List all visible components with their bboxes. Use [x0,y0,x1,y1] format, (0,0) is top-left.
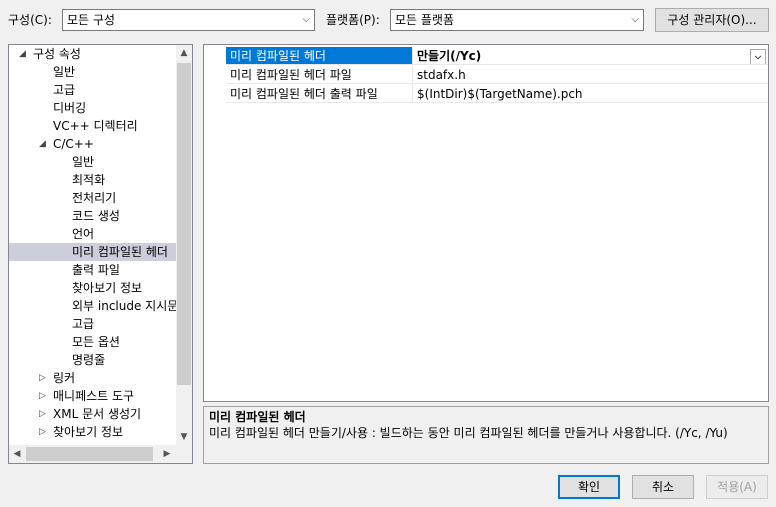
tree-item-label: 명령줄 [72,353,106,367]
tree-item-label: 고급 [53,83,76,97]
cancel-button[interactable]: 취소 [632,475,694,499]
property-row[interactable]: 미리 컴파일된 헤더 출력 파일 $(IntDir)$(TargetName).p… [204,85,768,104]
tree-item[interactable]: 명령줄 [9,351,177,369]
tree-item-label: 미리 컴파일된 헤더 [72,245,168,259]
tree-item[interactable]: ▷ 링커 [9,369,177,387]
property-row[interactable]: 미리 컴파일된 헤더 파일 stdafx.h [204,66,768,85]
tree-item-label: 매니페스트 도구 [53,389,135,403]
tree-item[interactable]: 고급 [9,81,177,99]
scroll-right-icon[interactable]: ▶ [159,445,175,463]
collapsed-arrow-icon[interactable]: ▷ [39,423,46,441]
platform-combobox-value: 모든 플랫폼 [395,13,455,27]
property-value-text: $(IntDir)$(TargetName).pch [417,87,583,101]
scroll-thumb[interactable] [177,63,191,385]
description-title: 미리 컴파일된 헤더 [209,410,306,424]
tree-item-label: 전처리기 [72,191,117,205]
property-value[interactable]: stdafx.h [412,66,768,84]
platform-combobox[interactable]: 모든 플랫폼 ⌵ [390,9,644,31]
config-combobox[interactable]: 모든 구성 ⌵ [62,9,315,31]
ok-button[interactable]: 확인 [558,475,620,499]
tree-list: ◢ 구성 속성 일반 고급 디버깅 VC++ 디렉터리 ◢ C/C++ 일반 최적화 전처리기 코드 … [9,45,177,445]
property-grid: 미리 컴파일된 헤더 만들기(/Yc) ⌵ 미리 컴파일된 헤더 파일 stdafx.h… [203,44,769,402]
tree-item-label: 일반 [72,155,95,169]
config-combobox-value: 모든 구성 [67,13,115,27]
tree-horizontal-scrollbar[interactable]: ◀ ▶ [9,445,192,463]
tree-item-label: VC++ 디렉터리 [53,119,138,133]
scroll-down-icon[interactable]: ▼ [176,429,192,445]
tree-item[interactable]: ▷ 찾아보기 정보 [9,423,177,441]
chevron-down-icon: ⌵ [631,14,639,25]
tree-item-label: 디버깅 [53,101,87,115]
description-panel: 미리 컴파일된 헤더 미리 컴파일된 헤더 만들기/사용 : 빌드하는 동안 미… [203,406,769,464]
tree-item[interactable]: 전처리기 [9,189,177,207]
property-value-text: stdafx.h [417,68,466,82]
tree-item-label: 외부 include 지시문 [72,299,177,313]
property-tree[interactable]: ◢ 구성 속성 일반 고급 디버깅 VC++ 디렉터리 ◢ C/C++ 일반 최적화 전처리기 코드 … [8,44,193,464]
tree-item-label: 찾아보기 정보 [72,281,143,295]
tree-vertical-scrollbar[interactable]: ▲ ▼ [176,45,192,445]
property-value[interactable]: $(IntDir)$(TargetName).pch [412,85,768,103]
tree-item[interactable]: VC++ 디렉터리 [9,117,177,135]
tree-item[interactable]: 출력 파일 [9,261,177,279]
collapsed-arrow-icon[interactable]: ▷ [39,387,46,405]
property-row[interactable]: 미리 컴파일된 헤더 만들기(/Yc) ⌵ [204,47,768,66]
scroll-left-icon[interactable]: ◀ [9,445,25,463]
tree-item-label: 코드 생성 [72,209,120,223]
tree-item[interactable]: 외부 include 지시문 [9,297,177,315]
tree-item-label: C/C++ [53,137,94,151]
description-text: 미리 컴파일된 헤더 만들기/사용 : 빌드하는 동안 미리 컴파일된 헤더를 … [209,426,728,440]
chevron-down-icon[interactable]: ⌵ [750,49,766,64]
tree-item-label: 링커 [53,371,76,385]
tree-item[interactable]: 찾아보기 정보 [9,279,177,297]
tree-item-label: 출력 파일 [72,263,120,277]
tree-item[interactable]: 고급 [9,315,177,333]
tree-item[interactable]: 일반 [9,63,177,81]
scroll-up-icon[interactable]: ▲ [176,45,192,61]
property-name: 미리 컴파일된 헤더 파일 [226,66,412,84]
tree-item[interactable]: 코드 생성 [9,207,177,225]
property-value-text: 만들기(/Yc) [417,49,482,63]
tree-item[interactable]: ◢ 구성 속성 [9,45,177,63]
tree-item-label: 고급 [72,317,95,331]
chevron-down-icon: ⌵ [302,14,310,25]
property-name: 미리 컴파일된 헤더 출력 파일 [226,85,412,103]
expanded-arrow-icon[interactable]: ◢ [39,135,46,153]
apply-button[interactable]: 적용(A) [706,475,768,499]
tree-item-label: 찾아보기 정보 [53,425,124,439]
collapsed-arrow-icon[interactable]: ▷ [39,405,46,423]
config-label: 구성(C): [8,13,52,27]
tree-item[interactable]: 모든 옵션 [9,333,177,351]
tree-item[interactable]: ◢ C/C++ [9,135,177,153]
tree-item[interactable]: 디버깅 [9,99,177,117]
tree-item-label: 언어 [72,227,95,241]
collapsed-arrow-icon[interactable]: ▷ [39,369,46,387]
tree-item[interactable]: 언어 [9,225,177,243]
tree-item-label: XML 문서 생성기 [53,407,142,421]
tree-item[interactable]: ▷ XML 문서 생성기 [9,405,177,423]
tree-item[interactable]: 최적화 [9,171,177,189]
property-name: 미리 컴파일된 헤더 [226,47,412,65]
tree-item-label: 모든 옵션 [72,335,120,349]
scroll-thumb[interactable] [26,447,153,461]
tree-item-label: 구성 속성 [33,47,81,61]
tree-item[interactable]: 미리 컴파일된 헤더 [9,243,177,261]
tree-item-label: 일반 [53,65,76,79]
tree-item[interactable]: ▷ 매니페스트 도구 [9,387,177,405]
platform-label: 플랫폼(P): [326,13,380,27]
property-value[interactable]: 만들기(/Yc) ⌵ [412,47,768,65]
tree-item-label: 최적화 [72,173,106,187]
expanded-arrow-icon[interactable]: ◢ [19,45,26,63]
config-manager-button[interactable]: 구성 관리자(O)... [655,8,769,32]
tree-item[interactable]: 일반 [9,153,177,171]
